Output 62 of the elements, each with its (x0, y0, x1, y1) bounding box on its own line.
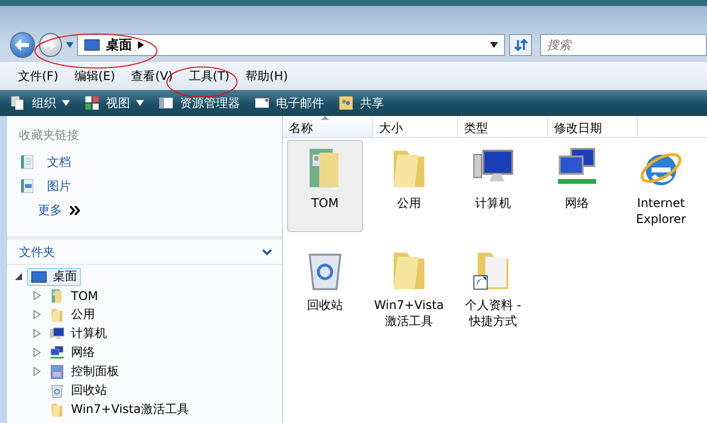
dropdown-icon (490, 42, 498, 48)
forward-button[interactable] (38, 33, 62, 57)
refresh-icon (514, 38, 528, 52)
file-item[interactable]: 网络 (539, 140, 615, 232)
control-panel-icon (49, 364, 65, 380)
back-button[interactable] (10, 32, 35, 58)
tree-item[interactable]: 网络 (45, 344, 99, 362)
file-item[interactable]: 个人资料 - 快捷方式 (455, 242, 531, 334)
tree-item[interactable]: 控制面板 (45, 362, 123, 380)
toolbar-button[interactable]: 组织 (10, 94, 70, 112)
computer-icon (49, 326, 65, 342)
pages-icon (10, 95, 26, 111)
tree-item[interactable]: Win7+Vista激活工具 (45, 400, 193, 418)
toolbar-button[interactable]: 视图 (84, 94, 144, 112)
pictures-icon (19, 178, 35, 194)
favorite-link[interactable]: 图片 (7, 174, 282, 198)
search-field[interactable]: 搜索 (540, 34, 707, 56)
right-arrow-icon (44, 40, 56, 50)
section-title: 文件夹 (19, 244, 55, 261)
tree-item[interactable]: 回收站 (45, 382, 111, 400)
tree-item[interactable]: 计算机 (45, 324, 111, 342)
file-item[interactable]: 回收站 (287, 242, 363, 334)
folder-icon (49, 402, 65, 418)
menu-item[interactable]: 编辑(E) (66, 68, 122, 84)
toolbar-button[interactable]: 资源管理器 (158, 94, 240, 112)
menu-item[interactable]: 文件(F) (10, 68, 64, 84)
envelope-icon (254, 95, 270, 111)
recycle-bin-icon (49, 382, 65, 398)
desktop-icon (84, 37, 100, 53)
dropdown-icon (62, 100, 70, 106)
favorite-link[interactable]: 文档 (7, 150, 282, 174)
grid-icon (84, 95, 100, 111)
file-item[interactable]: TOM (287, 140, 363, 232)
documents-icon (19, 154, 35, 170)
menu-item[interactable]: 帮助(H) (238, 68, 294, 84)
double-chevron-icon (70, 206, 80, 214)
history-dropdown-icon (66, 42, 74, 48)
left-arrow-icon (15, 39, 30, 51)
chevron-icon (138, 41, 144, 49)
file-item[interactable]: 公用 (371, 140, 447, 232)
tree-item[interactable]: TOM (45, 286, 102, 304)
more-link[interactable]: 更多 (7, 198, 282, 220)
file-item[interactable]: Win7+Vista 激活工具 (371, 242, 447, 334)
column-header[interactable]: 名称 (283, 116, 373, 137)
expander-icon[interactable] (15, 272, 23, 281)
toolbar-button[interactable]: 共享 (338, 94, 384, 112)
folder-icon (49, 306, 65, 322)
tree-item[interactable]: 桌面 (27, 268, 81, 286)
network-icon (49, 344, 65, 360)
collapse-chevron-icon[interactable] (262, 249, 272, 256)
tree-item[interactable]: 公用 (45, 306, 99, 324)
file-item[interactable]: Internet Explorer (623, 140, 699, 232)
toolbar-button[interactable]: 电子邮件 (254, 94, 324, 112)
people-icon (338, 95, 354, 111)
dropdown-icon (136, 100, 144, 106)
address-bar[interactable]: 桌面 (77, 34, 506, 56)
refresh-button[interactable] (509, 34, 532, 56)
window-icon (158, 95, 174, 111)
sort-arrow-icon (321, 116, 329, 120)
file-item[interactable]: 计算机 (455, 140, 531, 232)
desktop-icon (31, 268, 47, 284)
section-title: 收藏夹链接 (18, 127, 80, 144)
